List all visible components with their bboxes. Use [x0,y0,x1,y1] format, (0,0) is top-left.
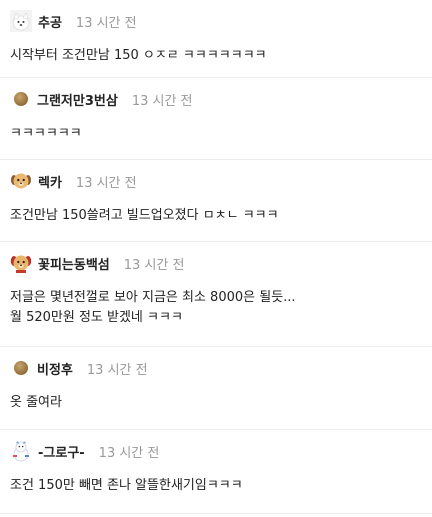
comment-header: 비정후 13 시간 전 [10,357,432,379]
comment-text-line: 옷 줄여라 [10,395,62,410]
comment-list: 추공 13 시간 전 시작부터 조건만남 150 ㅇㅈㄹ ㅋㅋㅋㅋㅋㅋㅋ 그랜저… [0,0,432,514]
comment-nickname[interactable]: 렉카 [38,172,62,191]
comment-nickname[interactable]: 그랜저만3번삼 [37,90,118,109]
comment-text-line: 저글은 몇년전껄로 보아 지금은 최소 8000은 될듯... [10,290,296,305]
comment-body: 시작부터 조건만남 150 ㅇㅈㄹ ㅋㅋㅋㅋㅋㅋㅋ [10,46,432,66]
comment-nickname[interactable]: 추공 [38,12,62,31]
comment-item: 그랜저만3번삼 13 시간 전 ㅋㅋㅋㅋㅋㅋ [0,78,432,160]
comment-item: 추공 13 시간 전 시작부터 조건만남 150 ㅇㅈㄹ ㅋㅋㅋㅋㅋㅋㅋ [0,0,432,78]
comment-header: 그랜저만3번삼 13 시간 전 [10,88,432,110]
comment-header: 추공 13 시간 전 [10,10,432,32]
comment-nickname[interactable]: -그로구- [38,442,85,461]
comment-text-line: ㅋㅋㅋㅋㅋㅋ [10,126,82,141]
comment-time: 13 시간 전 [123,257,185,273]
comment-text-line: 조건 150만 빼면 존나 알뜰한새기임ㅋㅋㅋ [10,478,243,493]
brown-dot-icon[interactable] [13,91,29,107]
puppy-icon[interactable] [10,170,32,192]
puppy-red-icon[interactable] [10,252,32,274]
comment-time: 13 시간 전 [98,445,160,461]
comment-item: -그로구- 13 시간 전 조건 150만 빼면 존나 알뜰한새기임ㅋㅋㅋ [0,430,432,514]
comment-time: 13 시간 전 [86,362,148,378]
comment-text-line: 월 520만원 정도 받겠네 ㅋㅋㅋ [10,310,183,325]
comment-nickname[interactable]: 꽃피는동백섬 [38,254,110,273]
comment-item: 꽃피는동백섬 13 시간 전 저글은 몇년전껄로 보아 지금은 최소 8000은… [0,242,432,347]
white-dog-icon[interactable] [10,10,32,32]
snow-character-icon[interactable] [10,440,32,462]
comment-text-line: 조건만남 150쓸려고 빌드업오졌다 ㅁㅊㄴ ㅋㅋㅋ [10,208,279,223]
comment-time: 13 시간 전 [75,15,137,31]
comment-item: 비정후 13 시간 전 옷 줄여라 [0,347,432,430]
comment-body: 옷 줄여라 [10,393,432,413]
comment-body: ㅋㅋㅋㅋㅋㅋ [10,124,432,144]
comment-time: 13 시간 전 [75,175,137,191]
comment-time: 13 시간 전 [131,93,193,109]
comment-body: 조건 150만 빼면 존나 알뜰한새기임ㅋㅋㅋ [10,476,432,496]
comment-header: -그로구- 13 시간 전 [10,440,432,462]
brown-dot-icon[interactable] [13,360,29,376]
comment-text-line: 시작부터 조건만남 150 ㅇㅈㄹ ㅋㅋㅋㅋㅋㅋㅋ [10,48,267,63]
comment-nickname[interactable]: 비정후 [37,359,73,378]
comment-header: 렉카 13 시간 전 [10,170,432,192]
comment-body: 저글은 몇년전껄로 보아 지금은 최소 8000은 될듯... 월 520만원 … [10,288,432,328]
comment-item: 렉카 13 시간 전 조건만남 150쓸려고 빌드업오졌다 ㅁㅊㄴ ㅋㅋㅋ [0,160,432,242]
comment-header: 꽃피는동백섬 13 시간 전 [10,252,432,274]
comment-body: 조건만남 150쓸려고 빌드업오졌다 ㅁㅊㄴ ㅋㅋㅋ [10,206,432,226]
